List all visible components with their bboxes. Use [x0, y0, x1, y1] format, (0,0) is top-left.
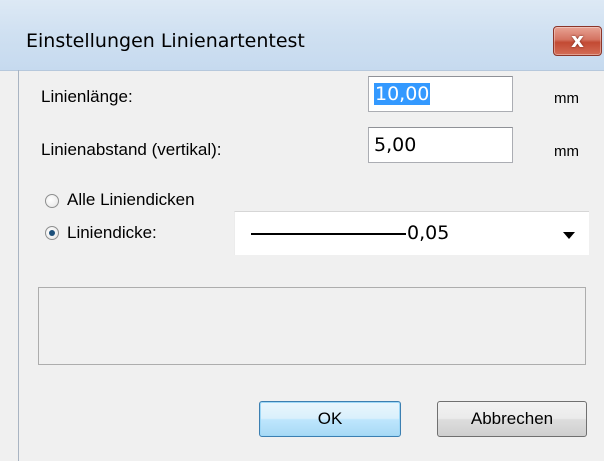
line-preview-panel	[38, 287, 586, 365]
close-icon: x	[571, 28, 584, 52]
title-bar: Einstellungen Linienartentest x	[0, 0, 604, 71]
line-thickness-sample	[251, 233, 406, 235]
line-length-input[interactable]: 10,00	[368, 76, 513, 112]
line-length-label: Linienlänge:	[41, 87, 133, 106]
line-thickness-value: 0,05	[407, 222, 450, 244]
all-thickness-label[interactable]: Alle Liniendicken	[67, 190, 195, 210]
window-title: Einstellungen Linienartentest	[26, 30, 305, 52]
chevron-down-icon[interactable]	[563, 232, 575, 239]
line-thickness-dropdown[interactable]: 0,05	[234, 211, 589, 255]
line-length-unit: mm	[554, 90, 579, 107]
single-thickness-label[interactable]: Liniendicke:	[67, 223, 157, 243]
line-spacing-input[interactable]: 5,00	[368, 127, 513, 163]
cancel-button[interactable]: Abbrechen	[437, 401, 587, 437]
window-border	[18, 70, 19, 461]
line-spacing-label: Linienabstand (vertikal):	[41, 140, 222, 159]
line-spacing-unit: mm	[554, 143, 579, 160]
single-thickness-radio[interactable]	[45, 226, 59, 240]
line-length-value: 10,00	[374, 83, 431, 105]
line-spacing-value: 5,00	[374, 134, 417, 156]
close-button[interactable]: x	[553, 26, 602, 56]
all-thickness-radio[interactable]	[45, 194, 59, 208]
ok-button[interactable]: OK	[259, 401, 401, 437]
